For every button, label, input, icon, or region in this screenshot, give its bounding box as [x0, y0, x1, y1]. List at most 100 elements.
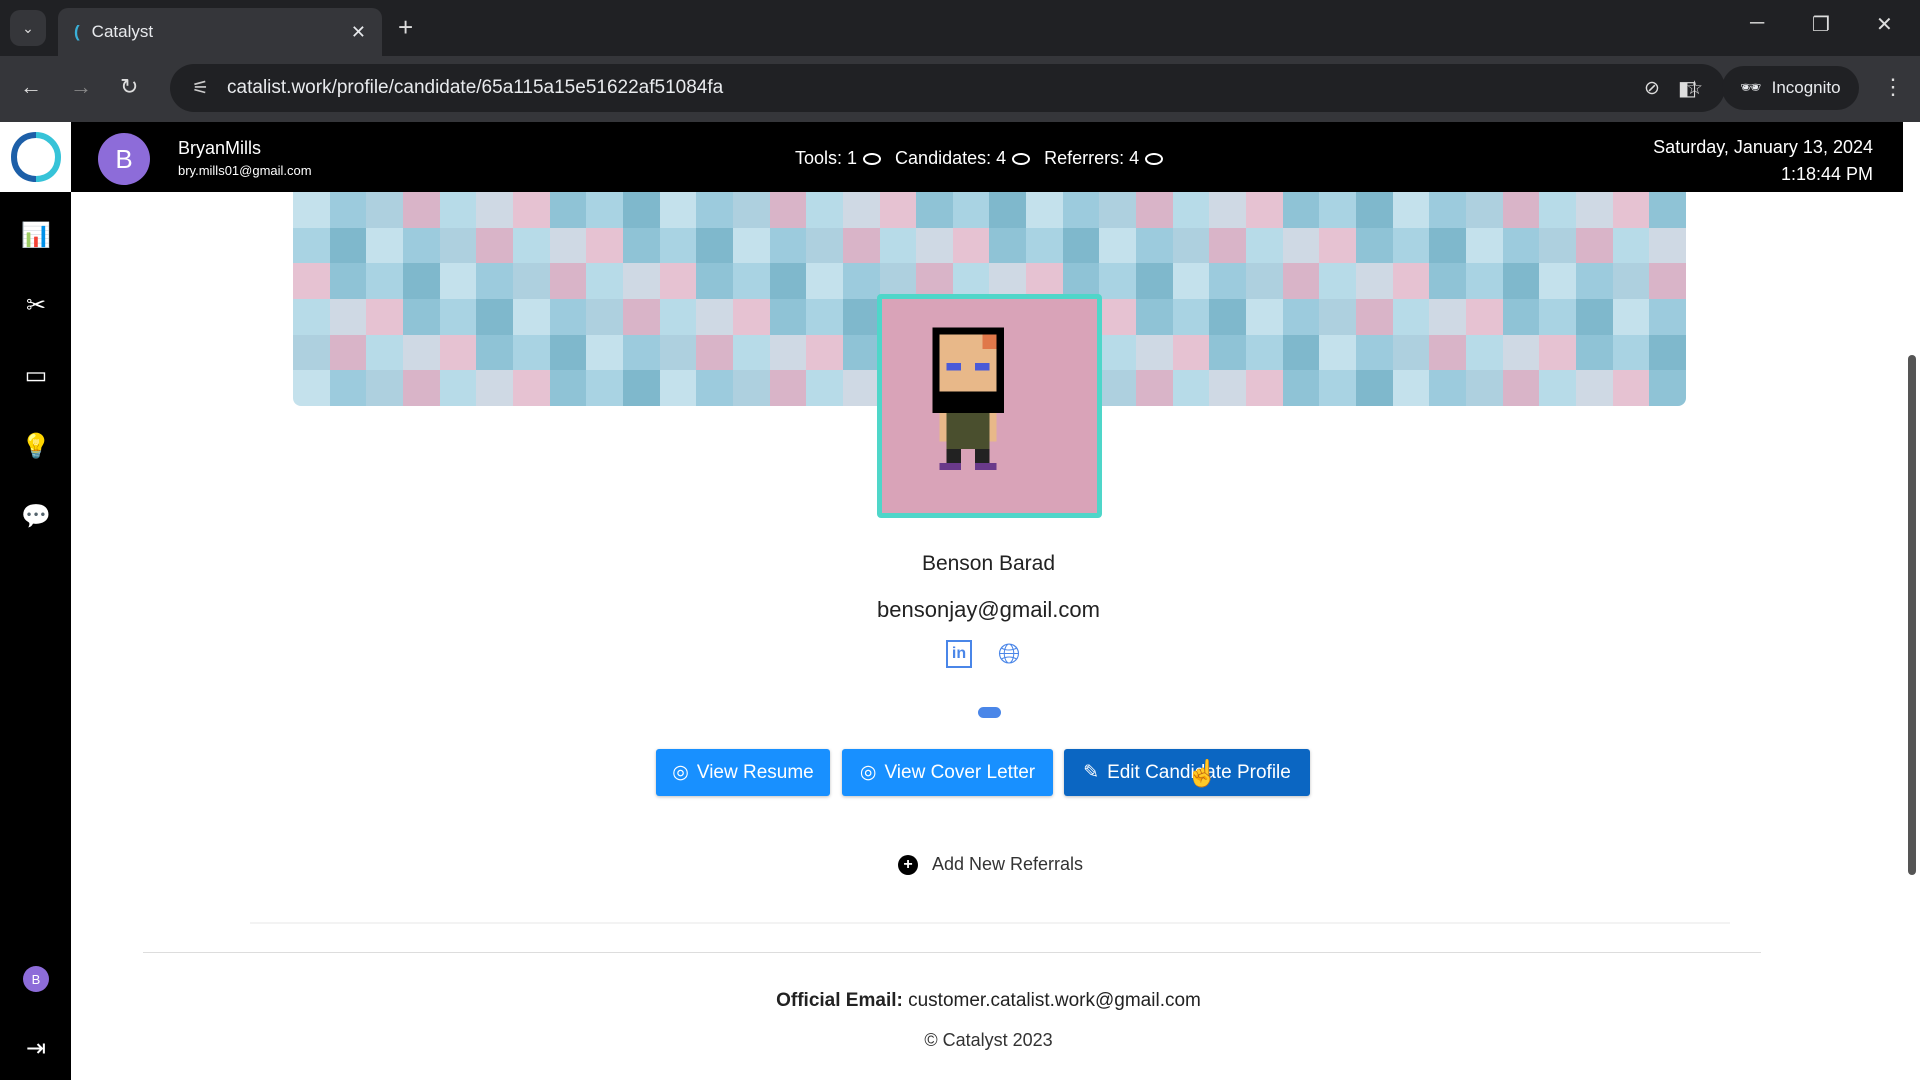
- scrollbar-thumb[interactable]: [1908, 355, 1916, 875]
- banner-tile: [1612, 192, 1650, 228]
- banner-tile: [439, 370, 477, 406]
- banner-tile: [1649, 299, 1686, 335]
- globe-icon[interactable]: 🌐︎: [998, 640, 1020, 668]
- banner-tile: [402, 370, 440, 406]
- banner-tile: [1319, 370, 1357, 406]
- incognito-label: Incognito: [1771, 78, 1841, 97]
- banner-tile: [1026, 227, 1063, 264]
- banner-tile: [512, 334, 550, 371]
- message-icon[interactable]: 💬: [20, 500, 52, 532]
- banner-tile: [732, 334, 770, 371]
- site-settings-icon[interactable]: ⚟: [192, 77, 209, 100]
- new-tab-button[interactable]: +: [398, 12, 413, 43]
- tab-search-button[interactable]: ⌄: [10, 10, 46, 46]
- banner-tile: [1099, 334, 1137, 371]
- chart-icon[interactable]: 📊: [20, 219, 52, 251]
- banner-tile: [1576, 227, 1613, 264]
- banner-tile: [293, 263, 330, 299]
- banner-tile: [696, 370, 733, 406]
- banner-tile: [293, 370, 330, 406]
- banner-tile: [1429, 192, 1467, 228]
- banner-tile: [1392, 227, 1430, 264]
- reload-button[interactable]: ↻: [120, 74, 138, 100]
- banner-tile: [512, 227, 550, 264]
- close-window-button[interactable]: ✕: [1876, 12, 1893, 37]
- forward-button[interactable]: →: [70, 74, 92, 100]
- banner-tile: [696, 227, 733, 264]
- banner-tile: [293, 192, 330, 228]
- banner-tile: [842, 263, 880, 299]
- banner-tile: [1466, 192, 1503, 228]
- back-button[interactable]: ←: [20, 74, 42, 100]
- banner-tile: [806, 334, 843, 371]
- banner-tile: [1502, 334, 1540, 371]
- banner-tile: [476, 227, 513, 264]
- plus-circle-icon: +: [898, 854, 918, 875]
- banner-tile: [476, 370, 513, 406]
- banner-tile: [1429, 227, 1467, 264]
- banner-tile: [366, 334, 403, 371]
- lightbulb-icon[interactable]: 💡: [20, 430, 52, 462]
- sidebar: [0, 192, 71, 1080]
- banner-tile: [732, 192, 770, 228]
- banner-tile: [1319, 263, 1357, 299]
- banner-tile: [293, 334, 330, 371]
- tools-icon[interactable]: ✂: [20, 289, 52, 321]
- banner-tile: [1319, 227, 1357, 264]
- linkedin-icon[interactable]: in: [946, 640, 972, 668]
- url-text: catalist.work/profile/candidate/65a115a1…: [227, 77, 724, 98]
- minimize-button[interactable]: ─: [1750, 12, 1764, 35]
- menu-kebab-icon[interactable]: ⋮: [1882, 74, 1904, 100]
- catalyst-favicon-icon: (: [74, 22, 80, 41]
- time-text: 1:18:44 PM: [1780, 164, 1873, 184]
- banner-tile: [1649, 334, 1686, 371]
- banner-tile: [916, 227, 953, 264]
- banner-tile: [1282, 263, 1320, 299]
- banner-tile: [622, 370, 660, 406]
- close-tab-icon[interactable]: ✕: [351, 22, 366, 43]
- card-icon[interactable]: ▭: [20, 359, 52, 391]
- banner-tile: [476, 299, 513, 335]
- address-bar[interactable]: ⚟ catalist.work/profile/candidate/65a115…: [170, 64, 1725, 112]
- banner-tile: [622, 227, 660, 264]
- view-resume-button[interactable]: ◎ View Resume: [656, 749, 830, 796]
- banner-tile: [1612, 227, 1650, 264]
- side-panel-icon[interactable]: ◧: [1678, 76, 1697, 101]
- banner-tile: [476, 334, 513, 371]
- user-avatar[interactable]: B: [98, 133, 150, 185]
- banner-tile: [696, 192, 733, 228]
- banner-tile: [732, 370, 770, 406]
- banner-tile: [1392, 370, 1430, 406]
- banner-tile: [1612, 299, 1650, 335]
- catalyst-logo[interactable]: [0, 122, 71, 192]
- browser-tab[interactable]: ( Catalyst ✕: [58, 8, 382, 56]
- banner-tile: [696, 299, 733, 335]
- coin-icon: [1145, 153, 1164, 166]
- banner-tile: [1099, 299, 1137, 335]
- banner-tile: [1429, 370, 1467, 406]
- banner-tile: [806, 227, 843, 264]
- banner-tile: [1392, 192, 1430, 228]
- banner-tile: [769, 299, 807, 335]
- add-new-referrals-button[interactable]: + Add New Referrals: [898, 854, 1083, 875]
- incognito-badge[interactable]: 🕶 Incognito: [1722, 66, 1859, 110]
- banner-tile: [732, 299, 770, 335]
- footer-copyright: © Catalyst 2023: [924, 1030, 1053, 1050]
- banner-tile: [1466, 370, 1503, 406]
- restore-button[interactable]: ❐: [1812, 12, 1830, 37]
- banner-tile: [659, 227, 697, 264]
- banner-tile: [1612, 263, 1650, 299]
- eye-off-icon[interactable]: ⊘: [1644, 77, 1660, 100]
- banner-tile: [989, 192, 1027, 228]
- logout-icon[interactable]: ⇥: [20, 1032, 52, 1064]
- banner-tile: [439, 334, 477, 371]
- banner-tile: [622, 334, 660, 371]
- footer-email[interactable]: customer.catalist.work@gmail.com: [908, 990, 1201, 1011]
- view-cover-letter-button[interactable]: ◎ View Cover Letter: [842, 749, 1053, 796]
- stat-candidates: Candidates: 4: [895, 148, 1031, 169]
- banner-tile: [586, 192, 623, 228]
- banner-tile: [696, 263, 733, 299]
- banner-tile: [842, 370, 880, 406]
- banner-tile: [476, 263, 513, 299]
- sidebar-user-avatar[interactable]: B: [23, 966, 49, 992]
